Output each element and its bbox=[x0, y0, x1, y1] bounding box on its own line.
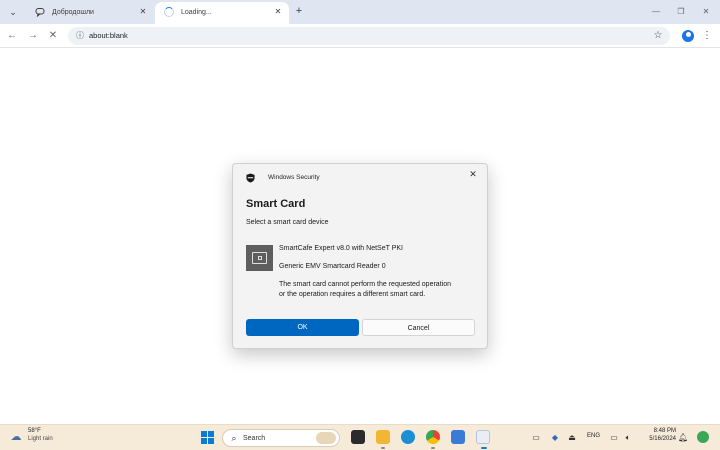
tab-welcome[interactable]: Добродошли ✕ bbox=[26, 2, 154, 24]
running-indicator bbox=[381, 447, 385, 449]
dialog-close-button[interactable]: ✕ bbox=[467, 168, 479, 180]
taskbar: ☁ 58°F Light rain ⌕ Search ▭ ◆ ⏏ ENG ▭ 🔈… bbox=[0, 424, 720, 450]
chat-icon bbox=[35, 7, 45, 18]
active-indicator bbox=[481, 447, 487, 449]
dialog-heading: Smart Card bbox=[246, 198, 306, 210]
error-message-line1: The smart card cannot perform the reques… bbox=[279, 281, 451, 288]
tab-title: Loading... bbox=[181, 9, 212, 16]
search-icon: ⌕ bbox=[231, 433, 237, 443]
running-indicator bbox=[431, 447, 435, 449]
weather-temperature[interactable]: 58°F bbox=[28, 428, 41, 434]
tab-strip: ⌄ Добродошли ✕ Loading... ✕ + — ❐ ✕ bbox=[0, 0, 720, 24]
dialog-app-title: Windows Security bbox=[268, 174, 320, 181]
plus-icon: + bbox=[295, 5, 303, 17]
chevron-down-icon: ⌄ bbox=[9, 7, 17, 17]
address-bar[interactable]: ⓘ about:blank ☆ bbox=[68, 27, 670, 45]
stop-button[interactable]: ✕ bbox=[46, 29, 60, 43]
spinner-icon bbox=[164, 7, 174, 17]
dialog-subtitle: Select a smart card device bbox=[246, 219, 329, 226]
forward-button[interactable]: → bbox=[26, 29, 40, 43]
close-icon[interactable]: ✕ bbox=[138, 7, 148, 17]
tab-title: Добродошли bbox=[52, 9, 94, 16]
back-icon: ← bbox=[7, 30, 17, 41]
close-icon: ✕ bbox=[469, 169, 477, 179]
store-app-icon[interactable] bbox=[451, 430, 465, 444]
stop-icon: ✕ bbox=[48, 30, 58, 41]
defender-icon[interactable]: ◆ bbox=[550, 432, 560, 443]
cancel-button[interactable]: Cancel bbox=[362, 319, 475, 336]
weather-condition[interactable]: Light rain bbox=[28, 436, 53, 442]
volume-icon[interactable]: 🔈︎ bbox=[623, 432, 633, 443]
clock-date[interactable]: 5/16/2024 bbox=[641, 436, 676, 442]
smart-card-dialog: Windows Security ✕ Smart Card Select a s… bbox=[232, 163, 488, 349]
restore-button[interactable]: ❐ bbox=[674, 5, 688, 19]
forward-icon: → bbox=[28, 30, 38, 41]
info-icon[interactable]: ⓘ bbox=[74, 30, 86, 42]
tab-search-button[interactable]: ⌄ bbox=[6, 5, 20, 19]
language-indicator[interactable]: ENG bbox=[587, 433, 600, 439]
chrome-browser-icon[interactable] bbox=[426, 430, 440, 444]
clock-time[interactable]: 8:48 PM bbox=[646, 428, 676, 434]
taskbar-search-box[interactable]: ⌕ Search bbox=[222, 429, 340, 447]
smart-card-app-icon[interactable] bbox=[476, 430, 490, 444]
notification-bell-icon[interactable]: 🔔︎ bbox=[678, 432, 688, 443]
usb-device-icon[interactable]: ⏏ bbox=[567, 432, 577, 443]
windows-start-icon[interactable] bbox=[201, 431, 214, 444]
address-text: about:blank bbox=[89, 31, 128, 40]
browser-toolbar: ← → ✕ ⓘ about:blank ☆ bbox=[0, 24, 720, 48]
wifi-icon[interactable]: ▭ bbox=[609, 432, 619, 443]
search-label: Search bbox=[243, 435, 266, 442]
smart-card-icon bbox=[246, 245, 273, 271]
file-explorer-icon[interactable] bbox=[376, 430, 390, 444]
device-name[interactable]: SmartCafe Expert v8.0 with NetSeT PKI bbox=[279, 245, 403, 252]
restore-icon: ❐ bbox=[677, 7, 685, 16]
window-close-button[interactable]: ✕ bbox=[699, 5, 713, 19]
new-tab-button[interactable]: + bbox=[292, 4, 306, 18]
edge-browser-icon[interactable] bbox=[401, 430, 415, 444]
close-icon[interactable]: ✕ bbox=[273, 7, 283, 17]
menu-kebab-icon[interactable]: ⋮ bbox=[702, 29, 712, 43]
minimize-icon: — bbox=[652, 7, 660, 16]
profile-avatar-icon[interactable] bbox=[682, 30, 694, 42]
error-message-line2: or the operation requires a different sm… bbox=[279, 291, 426, 298]
search-highlight-icon bbox=[316, 432, 336, 444]
close-icon: ✕ bbox=[702, 7, 710, 16]
task-view-icon[interactable] bbox=[351, 430, 365, 444]
copilot-icon[interactable] bbox=[697, 431, 709, 443]
bookmark-star-icon[interactable]: ☆ bbox=[652, 29, 664, 43]
ok-button[interactable]: OK bbox=[246, 319, 359, 336]
shield-icon bbox=[246, 173, 255, 183]
back-button[interactable]: ← bbox=[5, 29, 19, 43]
weather-cloud-rain-icon[interactable]: ☁ bbox=[9, 431, 23, 443]
network-app-icon[interactable]: ▭ bbox=[531, 432, 541, 443]
tab-loading[interactable]: Loading... ✕ bbox=[155, 2, 289, 24]
reader-name: Generic EMV Smartcard Reader 0 bbox=[279, 263, 386, 270]
minimize-button[interactable]: — bbox=[649, 5, 663, 19]
